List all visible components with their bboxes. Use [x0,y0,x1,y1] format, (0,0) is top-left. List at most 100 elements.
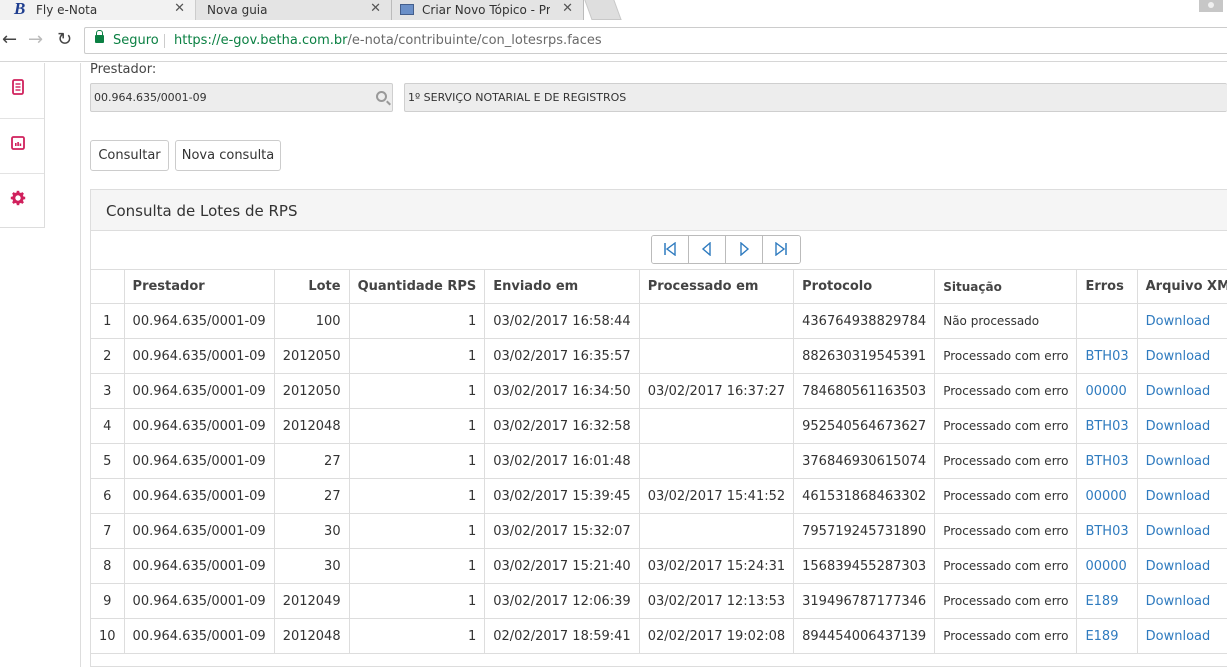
row-index: 10 [91,618,125,654]
arquivo-xml-cell: Download [1137,408,1227,444]
betha-logo-icon: B [14,0,26,18]
download-xml-link[interactable]: Download [1146,489,1211,504]
razao-social-field: 1º SERVIÇO NOTARIAL E DE REGISTROS [404,83,1227,112]
close-icon[interactable]: ✕ [174,0,185,18]
erros-cell: 00000 [1076,373,1138,409]
razao-social-value: 1º SERVIÇO NOTARIAL E DE REGISTROS [408,91,627,104]
error-code-link[interactable]: BTH03 [1085,419,1128,434]
last-page-button[interactable] [763,236,800,263]
error-code-link[interactable]: BTH03 [1085,349,1128,364]
address-bar[interactable]: Seguro https://e-gov.betha.com.br/e-nota… [84,27,1227,54]
error-code-link[interactable]: BTH03 [1085,524,1128,539]
panel-title: Consulta de Lotes de RPS [106,202,298,220]
quantidade-rps-cell: 1 [349,618,486,654]
enviado-em-cell: 03/02/2017 16:35:57 [484,338,640,374]
download-xml-link[interactable]: Download [1146,314,1211,329]
row-index: 6 [91,478,125,514]
enviado-em-cell: 03/02/2017 16:34:50 [484,373,640,409]
error-code-link[interactable]: BTH03 [1085,454,1128,469]
prestador-cell: 00.964.635/0001-09 [124,513,275,549]
row-index: 9 [91,583,125,619]
enviado-em-cell: 03/02/2017 16:58:44 [484,303,640,339]
processado-em-cell: 03/02/2017 15:24:31 [639,548,795,584]
erros-cell: BTH03 [1076,338,1138,374]
close-icon[interactable]: ✕ [562,0,573,18]
user-profile-icon[interactable] [1199,0,1223,12]
protocolo-cell: 319496787177346 [793,583,936,619]
download-xml-link[interactable]: Download [1146,629,1211,644]
close-icon[interactable]: ✕ [370,0,381,18]
lote-cell: 2012049 [274,583,350,619]
protocolo-cell: 376846930615074 [793,443,936,479]
first-page-icon [664,242,676,256]
column-header-enviado-em: Enviado em [484,269,640,304]
lote-cell: 100 [274,303,350,339]
back-arrow-icon[interactable]: ← [2,29,17,50]
divider [0,118,44,119]
table-row: 9 00.964.635/0001-09 2012049 1 03/02/2017 12… [91,583,1227,619]
browser-tab-criar-topico[interactable]: Criar Novo Tópico - Proje ✕ [392,0,584,20]
quantidade-rps-cell: 1 [349,478,486,514]
tab-title: Criar Novo Tópico - Proje [422,3,550,17]
download-xml-link[interactable]: Download [1146,454,1211,469]
url-text: https://e-gov.betha.com.br/e-nota/contri… [174,28,602,53]
error-code-link[interactable]: 00000 [1085,559,1126,574]
erros-cell: 00000 [1076,478,1138,514]
forward-arrow-icon[interactable]: → [28,29,43,50]
arquivo-xml-cell: Download [1137,583,1227,619]
prestador-cell: 00.964.635/0001-09 [124,478,275,514]
situacao-cell: Processado com erro [934,513,1078,549]
document-icon[interactable] [10,79,26,95]
cnpj-value: 00.964.635/0001-09 [94,91,207,104]
previous-page-button[interactable] [689,236,726,263]
error-code-link[interactable]: E189 [1085,594,1118,609]
row-index: 1 [91,303,125,339]
protocolo-cell: 436764938829784 [793,303,936,339]
new-tab-button[interactable] [584,0,622,20]
download-xml-link[interactable]: Download [1146,524,1211,539]
download-xml-link[interactable]: Download [1146,419,1211,434]
calculator-icon[interactable] [10,135,26,151]
erros-cell: E189 [1076,618,1138,654]
divider [164,34,165,48]
column-header-situacao: Situação [934,269,1078,304]
next-page-button[interactable] [726,236,763,263]
quantidade-rps-cell: 1 [349,583,486,619]
error-code-link[interactable]: 00000 [1085,489,1126,504]
first-page-button[interactable] [652,236,689,263]
browser-tab-fly-enota[interactable]: B Fly e-Nota ✕ [0,0,196,20]
url-host: https://e-gov.betha.com.br [174,33,348,48]
lotes-table: Prestador Lote Quantidade RPS Enviado em… [91,269,1227,654]
error-code-link[interactable]: E189 [1085,629,1118,644]
prestador-cell: 00.964.635/0001-09 [124,373,275,409]
protocolo-cell: 952540564673627 [793,408,936,444]
error-code-link[interactable]: 00000 [1085,384,1126,399]
cnpj-field[interactable]: 00.964.635/0001-09 [90,83,393,112]
table-header-row: Prestador Lote Quantidade RPS Enviado em… [91,269,1227,304]
erros-cell: BTH03 [1076,443,1138,479]
nova-consulta-button[interactable]: Nova consulta [175,140,281,171]
reload-icon[interactable]: ↻ [57,29,72,50]
previous-page-icon [701,242,711,256]
browser-tab-nova-guia[interactable]: Nova guia ✕ [196,0,392,20]
arquivo-xml-cell: Download [1137,618,1227,654]
table-row: 10 00.964.635/0001-09 2012048 1 02/02/2017 1… [91,618,1227,654]
consultar-button[interactable]: Consultar [90,140,169,171]
lote-cell: 27 [274,443,350,479]
download-xml-link[interactable]: Download [1146,349,1211,364]
lote-cell: 2012048 [274,408,350,444]
situacao-cell: Processado com erro [934,408,1078,444]
table-row: 7 00.964.635/0001-09 30 1 03/02/2017 15:32:0… [91,513,1227,549]
arquivo-xml-cell: Download [1137,443,1227,479]
erros-cell: 00000 [1076,548,1138,584]
enviado-em-cell: 03/02/2017 15:21:40 [484,548,640,584]
prestador-cell: 00.964.635/0001-09 [124,548,275,584]
gear-icon[interactable] [10,190,26,206]
table-row: 3 00.964.635/0001-09 2012050 1 03/02/2017 16… [91,373,1227,409]
row-index: 7 [91,513,125,549]
download-xml-link[interactable]: Download [1146,384,1211,399]
download-xml-link[interactable]: Download [1146,594,1211,609]
download-xml-link[interactable]: Download [1146,559,1211,574]
search-icon[interactable] [376,91,387,102]
prestador-cell: 00.964.635/0001-09 [124,303,275,339]
